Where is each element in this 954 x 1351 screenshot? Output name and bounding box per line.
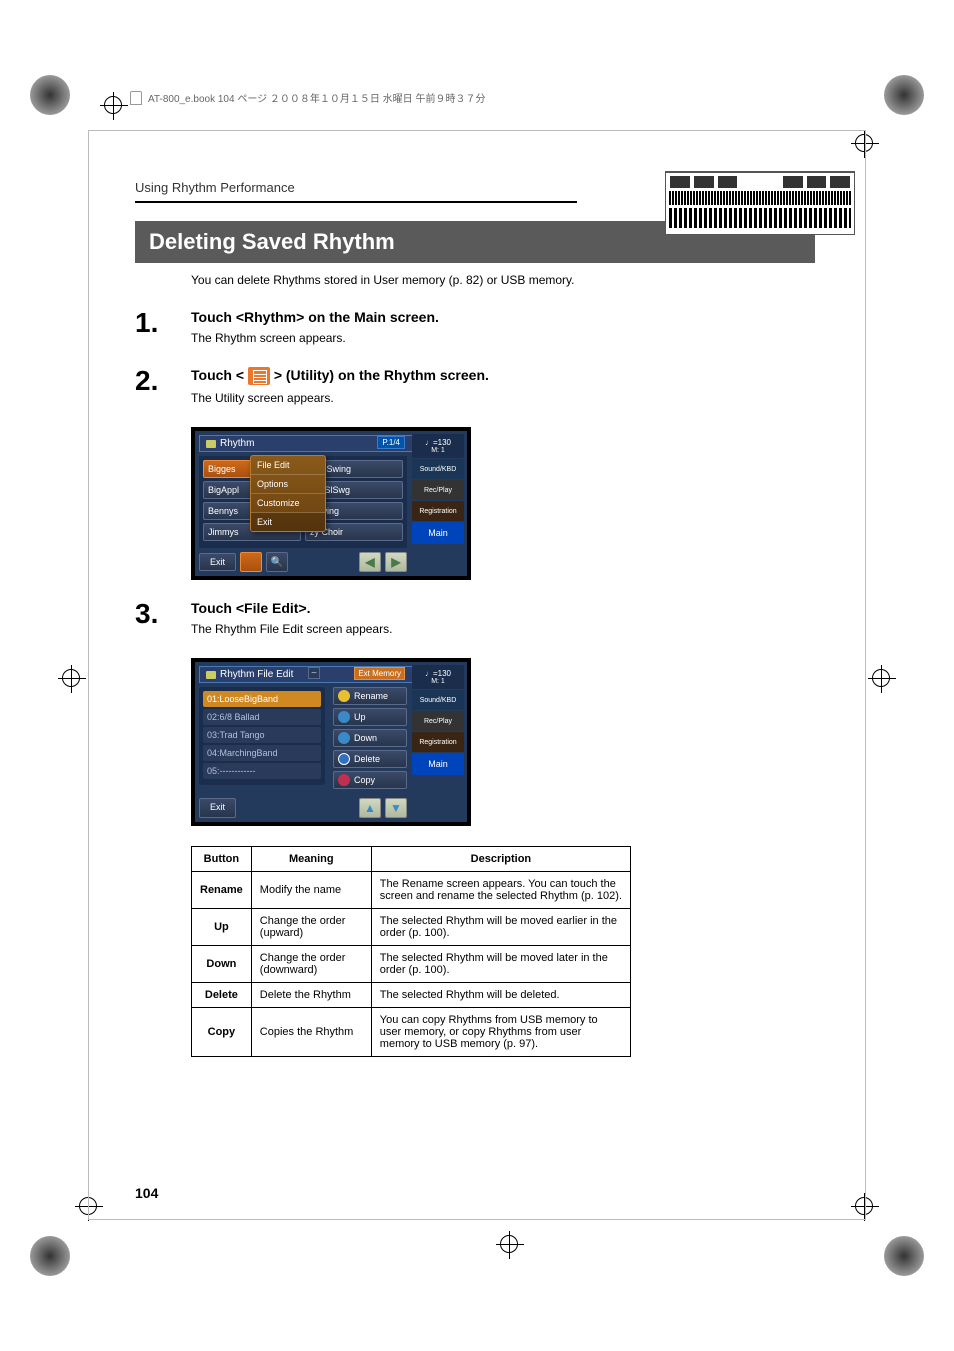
menu-exit: Exit — [251, 513, 325, 531]
rhythm-file-edit-screenshot: Rhythm File Edit − Ext Memory ♩=130 M: 1… — [191, 658, 471, 826]
ext-memory-tab: Ext Memory — [354, 667, 405, 680]
up-action: Up — [333, 708, 407, 726]
side-rec-play: Rec/Play — [412, 480, 464, 500]
step-title: Touch <File Edit>. — [191, 600, 815, 616]
step-1: 1. Touch <Rhythm> on the Main screen. Th… — [135, 309, 815, 359]
utility-icon — [240, 552, 262, 572]
side-main: Main — [412, 753, 464, 775]
table-row: Down Change the order (downward) The sel… — [192, 946, 631, 983]
rename-action: Rename — [333, 687, 407, 705]
utility-menu: File Edit Options Customize Exit — [250, 455, 326, 532]
step-title: Touch <Rhythm> on the Main screen. — [191, 309, 815, 325]
search-icon: 🔍 — [266, 552, 288, 572]
down-action: Down — [333, 729, 407, 747]
printer-mark-tr — [884, 75, 924, 115]
table-header: Button — [192, 847, 252, 872]
down-icon — [338, 732, 350, 744]
step-subtext: The Utility screen appears. — [191, 391, 815, 405]
printer-mark-tl — [30, 75, 70, 115]
menu-file-edit: File Edit — [251, 456, 325, 475]
registration-mark — [58, 665, 86, 693]
down-arrow-icon: ▼ — [385, 798, 407, 818]
table-row: Up Change the order (upward) The selecte… — [192, 909, 631, 946]
pencil-icon — [338, 690, 350, 702]
folder-icon — [206, 440, 216, 448]
file-list-item: 05:------------ — [203, 763, 321, 779]
menu-customize: Customize — [251, 494, 325, 513]
folder-icon — [206, 671, 216, 679]
side-registration: Registration — [412, 732, 464, 752]
file-list-item: 01:LooseBigBand — [203, 691, 321, 707]
step-number: 1. — [135, 309, 191, 337]
printer-mark-br — [884, 1236, 924, 1276]
side-tempo: ♩=130 M: 1 — [412, 434, 464, 458]
exit-button: Exit — [199, 553, 236, 571]
file-list-item: 02:6/8 Ballad — [203, 709, 321, 725]
side-sound-kbd: Sound/KBD — [412, 690, 464, 710]
step-number: 3. — [135, 600, 191, 628]
file-list-item: 04:MarchingBand — [203, 745, 321, 761]
side-sound-kbd: Sound/KBD — [412, 459, 464, 479]
divider — [135, 201, 815, 203]
copy-action: Copy — [333, 771, 407, 789]
book-icon — [130, 91, 142, 105]
menu-options: Options — [251, 475, 325, 494]
registration-mark — [496, 1231, 524, 1259]
page-number: 104 — [135, 1185, 158, 1201]
file-list-item: 03:Trad Tango — [203, 727, 321, 743]
step-subtext: The Rhythm screen appears. — [191, 331, 815, 345]
page-badge: P.1/4 — [377, 436, 405, 449]
printer-mark-bl — [30, 1236, 70, 1276]
delete-action: Delete — [333, 750, 407, 768]
side-tempo: ♩=130 M: 1 — [412, 665, 464, 689]
up-arrow-icon: ▲ — [359, 798, 381, 818]
table-header: Description — [371, 847, 630, 872]
registration-mark — [100, 92, 128, 120]
utility-icon — [248, 367, 270, 385]
step-title: Touch < > (Utility) on the Rhythm screen… — [191, 367, 815, 385]
minus-icon: − — [308, 667, 320, 679]
button-description-table: Button Meaning Description Rename Modify… — [191, 846, 631, 1057]
rhythm-screen-screenshot: Rhythm P.1/4 ♩=130 M: 1 Sound/KBD Rec/Pl… — [191, 427, 471, 580]
step-3: 3. Touch <File Edit>. The Rhythm File Ed… — [135, 600, 815, 650]
registration-mark — [868, 665, 896, 693]
copy-icon — [338, 774, 350, 786]
step-number: 2. — [135, 367, 191, 395]
next-arrow-icon: ▶ — [385, 552, 407, 572]
step-2: 2. Touch < > (Utility) on the Rhythm scr… — [135, 367, 815, 419]
side-main: Main — [412, 522, 464, 544]
intro-text: You can delete Rhythms stored in User me… — [191, 273, 815, 287]
step-subtext: The Rhythm File Edit screen appears. — [191, 622, 815, 636]
side-rec-play: Rec/Play — [412, 711, 464, 731]
header-note-text: AT-800_e.book 104 ページ ２００８年１０月１５日 水曜日 午前… — [148, 90, 485, 105]
exit-button: Exit — [199, 798, 236, 818]
up-icon — [338, 711, 350, 723]
side-registration: Registration — [412, 501, 464, 521]
header-note: AT-800_e.book 104 ページ ２００８年１０月１５日 水曜日 午前… — [130, 90, 485, 105]
table-row: Delete Delete the Rhythm The selected Rh… — [192, 983, 631, 1008]
table-header: Meaning — [251, 847, 371, 872]
prev-arrow-icon: ◀ — [359, 552, 381, 572]
table-row: Rename Modify the name The Rename screen… — [192, 872, 631, 909]
table-row: Copy Copies the Rhythm You can copy Rhyt… — [192, 1008, 631, 1057]
delete-icon — [338, 753, 350, 765]
device-panel-illustration — [665, 171, 855, 235]
